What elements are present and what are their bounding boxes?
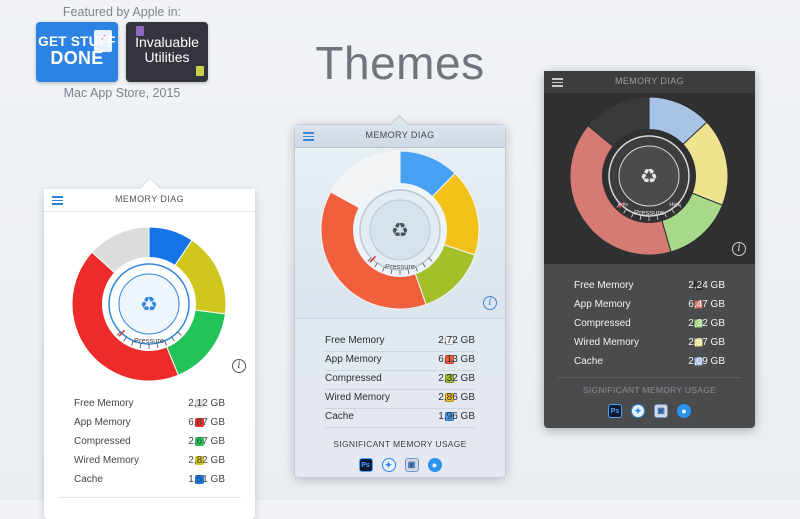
legend-label: Wired Memory (74, 455, 140, 466)
panel-title: MEMORY DIAG (114, 194, 185, 204)
legend-value: 2,87 GB (688, 337, 725, 348)
pressure-label: Pressure (134, 336, 164, 345)
legend-value: 6,13 GB (438, 354, 475, 365)
safari-icon[interactable]: ✦ (631, 404, 645, 418)
legend-value: 2,86 GB (438, 392, 475, 403)
panel-header: MEMORY DIAG (544, 71, 755, 94)
significant-usage-label: SIGNIFICANT MEMORY USAGE (582, 385, 717, 395)
featured-caption: Featured by Apple in: (62, 5, 182, 19)
legend-value: 1,96 GB (438, 411, 475, 422)
legend-label: App Memory (574, 299, 631, 310)
legend-row: App Memory 6,47 GB (574, 296, 725, 315)
legend-label: Compressed (574, 318, 631, 329)
legend-label: Cache (574, 356, 603, 367)
legend-value: 6,87 GB (188, 417, 225, 428)
divider (58, 497, 241, 498)
panel-title: MEMORY DIAG (365, 130, 435, 140)
legend-value: 2,12 GB (188, 398, 225, 409)
panel-header: MEMORY DIAG (44, 189, 255, 212)
legend-value: 2,72 GB (438, 335, 475, 346)
legend-value: 2,82 GB (188, 455, 225, 466)
legend-label: App Memory (325, 354, 382, 365)
info-icon[interactable]: i (483, 296, 497, 310)
legend-value: 2,32 GB (438, 373, 475, 384)
legend-label: Compressed (74, 436, 131, 447)
panel-title: MEMORY DIAG (614, 76, 685, 86)
memory-donut-chart: ♻ Pressure Low High (569, 96, 729, 256)
legend-row: Compressed 2,32 GB (574, 315, 725, 334)
divider (558, 377, 741, 378)
photoshop-icon[interactable]: Ps (358, 458, 373, 472)
legend-label: Compressed (325, 373, 382, 384)
legend-value: 2,09 GB (688, 356, 725, 367)
recycle-icon: ♻ (391, 218, 409, 242)
pressure-label: Pressure (634, 208, 664, 217)
legend-row: Wired Memory 2,87 GB (574, 334, 725, 353)
legend-label: Free Memory (325, 335, 385, 346)
significant-usage-label: SIGNIFICANT MEMORY USAGE (333, 439, 467, 449)
legend-row: Compressed 2,32 GB (325, 370, 475, 390)
pressure-high-label: High (669, 202, 680, 208)
safari-icon[interactable]: ✦ (381, 458, 396, 472)
preview-icon[interactable]: ▣ (654, 404, 668, 418)
legend-row: App Memory 6,87 GB (74, 414, 225, 433)
memory-panel-light: MEMORY DIAG ♻ Pressure i Free Memory 2,12 … (44, 179, 255, 519)
info-icon[interactable]: i (732, 242, 746, 256)
preview-icon[interactable]: ▣ (404, 458, 419, 472)
legend-value: 2,24 GB (688, 280, 725, 291)
recycle-icon: ♻ (640, 164, 658, 188)
legend-row: Cache 1,96 GB (325, 408, 475, 428)
memory-panel-translucent: MEMORY DIAG ♻ Pressure i Free Memory 2,72 … (294, 114, 506, 478)
app-icons: Ps ✦ ▣ ● (544, 404, 755, 418)
legend-value: 2,32 GB (688, 318, 725, 329)
pressure-label: Pressure (385, 262, 415, 271)
legend-row: Free Memory 2,12 GB (74, 395, 225, 414)
memory-donut-chart: ♻ Pressure (71, 226, 227, 382)
legend-row: Wired Memory 2,86 GB (325, 389, 475, 409)
legend-row: Wired Memory 2,82 GB (74, 452, 225, 471)
messages-icon[interactable]: ● (677, 404, 691, 418)
info-icon[interactable]: i (232, 359, 246, 373)
legend-label: Cache (325, 411, 354, 422)
pressure-low-label: Low (618, 202, 628, 208)
legend-label: Free Memory (74, 398, 134, 409)
legend-value: 2,67 GB (188, 436, 225, 447)
legend-row: Compressed 2,67 GB (74, 433, 225, 452)
messages-icon[interactable]: ● (427, 458, 442, 472)
photoshop-icon[interactable]: Ps (608, 404, 622, 418)
legend-label: Free Memory (574, 280, 634, 291)
legend-value: 6,47 GB (688, 299, 725, 310)
legend-value: 1,51 GB (188, 474, 225, 485)
legend-label: App Memory (74, 417, 131, 428)
legend-row: Cache 1,51 GB (74, 471, 225, 490)
legend-row: App Memory 6,13 GB (325, 351, 475, 371)
app-icons: Ps ✦ ▣ ● (295, 458, 505, 472)
memory-panel-dark: MEMORY DIAG ♻ Pressure Low High i Free Memo… (544, 71, 755, 428)
legend-row: Free Memory 2,72 GB (325, 332, 475, 352)
panel-header: MEMORY DIAG (295, 125, 505, 148)
memory-donut-chart: ♻ Pressure (320, 150, 480, 310)
legend-label: Wired Memory (574, 337, 640, 348)
legend-label: Cache (74, 474, 103, 485)
legend-row: Cache 2,09 GB (574, 353, 725, 372)
recycle-icon: ♻ (140, 292, 158, 316)
legend-row: Free Memory 2,24 GB (574, 277, 725, 296)
legend-label: Wired Memory (325, 392, 391, 403)
